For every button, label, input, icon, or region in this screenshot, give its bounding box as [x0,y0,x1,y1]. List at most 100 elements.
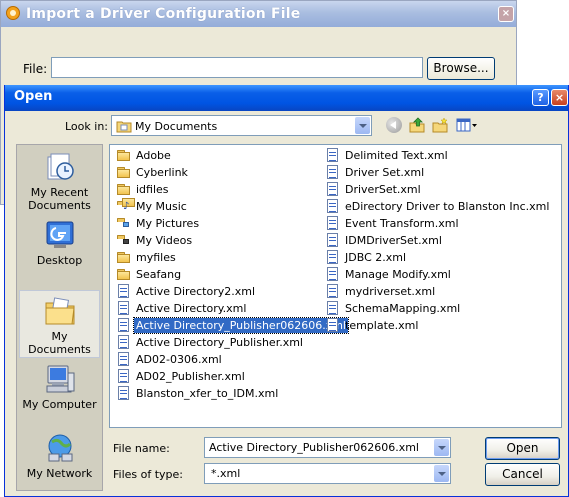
up-folder-icon[interactable] [409,117,425,133]
new-folder-icon[interactable] [432,117,448,133]
views-menu-icon[interactable] [456,117,478,133]
look-in-value: My Documents [135,120,218,133]
desktop-icon [46,221,73,248]
places-bar: My Recent Documents Desktop My Documents [16,144,103,491]
xml-file-icon [325,199,341,214]
file-name: My Music [136,200,187,213]
file-name: Driver Set.xml [345,166,425,179]
file-name: myfiles [136,251,176,264]
pictures-folder-icon [116,216,132,231]
xml-file-icon [325,267,341,282]
place-recent-documents[interactable]: My Recent Documents [19,151,100,212]
my-documents-folder-icon [116,121,132,133]
file-name: Active Directory.xml [136,302,247,315]
files-of-type-dropdown[interactable]: *.xml [204,463,451,484]
browse-button[interactable]: Browse... [427,57,495,80]
file-name: mydriverset.xml [345,285,436,298]
place-label-my-documents: My Documents [28,330,91,356]
folder-icon [116,182,132,197]
file-name-input[interactable]: Active Directory_Publisher062606.xml [204,437,451,458]
chevron-down-icon[interactable] [434,465,449,482]
xml-file-icon [325,148,341,163]
import-dialog-close-button[interactable]: × [498,6,514,22]
file-name: AD02-0306.xml [136,353,222,366]
xml-file-icon [116,318,132,333]
back-icon[interactable] [386,117,402,133]
file-name: Delimited Text.xml [345,149,448,162]
xml-file-icon [325,165,341,180]
chevron-down-icon[interactable] [355,117,370,134]
file-name: Active Directory2.xml [136,285,255,298]
my-documents-icon [45,297,75,325]
file-name: Manage Modify.xml [345,268,451,281]
folder-icon [116,250,132,265]
file-name: DriverSet.xml [345,183,421,196]
xml-file-icon [116,369,132,384]
xml-file-icon [325,216,341,231]
recent-documents-icon [47,153,74,180]
videos-folder-icon [116,233,132,248]
import-dialog-titlebar[interactable]: Import a Driver Configuration File × [1,1,516,27]
file-name: Blanston_xfer_to_IDM.xml [136,387,279,400]
files-of-type-label: Files of type: [113,468,184,481]
look-in-label: Look in: [65,120,108,133]
file-name: Active Directory_Publisher062606.xml [133,317,349,334]
place-desktop[interactable]: Desktop [19,219,100,267]
file-name: Active Directory_Publisher.xml [136,336,303,349]
file-name: Seafang [136,268,182,281]
xml-file-icon [116,386,132,401]
file-name: Event Transform.xml [345,217,459,230]
place-my-computer[interactable]: My Computer [19,363,100,411]
look-in-dropdown[interactable]: My Documents [111,115,372,136]
place-my-documents[interactable]: My Documents [19,290,100,358]
file-name-value: Active Directory_Publisher062606.xml [209,441,419,454]
file-name-label: File name: [113,442,170,455]
app-icon [6,6,20,20]
xml-file-icon [325,318,341,333]
file-list[interactable]: Adobe Cyberlink idfiles My Music My Pict… [109,144,562,428]
place-my-network[interactable]: My Network [19,432,100,480]
xml-file-icon [116,335,132,350]
import-dialog-title: Import a Driver Configuration File [26,6,301,22]
chevron-down-icon[interactable] [434,439,449,456]
place-label-recent-documents: My Recent Documents [28,186,91,212]
xml-file-icon [325,250,341,265]
file-name: template.xml [345,319,419,332]
file-name: idfiles [136,183,169,196]
cancel-button[interactable]: Cancel [485,463,560,486]
xml-file-icon [325,182,341,197]
xml-file-icon [325,284,341,299]
open-dialog: Open ? × Look in: My Documents My Recent… [4,85,569,497]
file-name: Cyberlink [136,166,188,179]
open-button[interactable]: Open [485,437,560,460]
place-label-desktop: Desktop [36,254,83,267]
file-name: My Pictures [136,217,200,230]
file-name: JDBC 2.xml [345,251,407,264]
help-button[interactable]: ? [532,89,549,106]
file-name: eDirectory Driver to Blanston Inc.xml [345,200,550,213]
file-name: AD02_Publisher.xml [136,370,245,383]
music-folder-icon [116,198,135,214]
files-of-type-value: *.xml [211,467,241,480]
file-label: File: [23,62,48,76]
place-label-my-computer: My Computer [22,398,97,411]
folder-icon [116,267,132,282]
file-name: Adobe [136,149,171,162]
my-computer-icon [46,365,74,393]
xml-file-icon [116,352,132,367]
file-path-input[interactable] [51,57,423,78]
folder-icon [116,165,132,180]
xml-file-icon [116,284,132,299]
xml-file-icon [325,301,341,316]
xml-file-icon [325,233,341,248]
file-name: My Videos [136,234,193,247]
close-button[interactable]: × [551,89,568,106]
my-network-icon [48,434,72,462]
open-dialog-title: Open [14,89,53,104]
open-dialog-titlebar[interactable]: Open ? × [5,85,568,111]
file-name: IDMDriverSet.xml [345,234,442,247]
xml-file-icon [116,301,132,316]
place-label-my-network: My Network [26,467,93,480]
folder-icon [116,148,132,163]
file-name: SchemaMapping.xml [345,302,461,315]
